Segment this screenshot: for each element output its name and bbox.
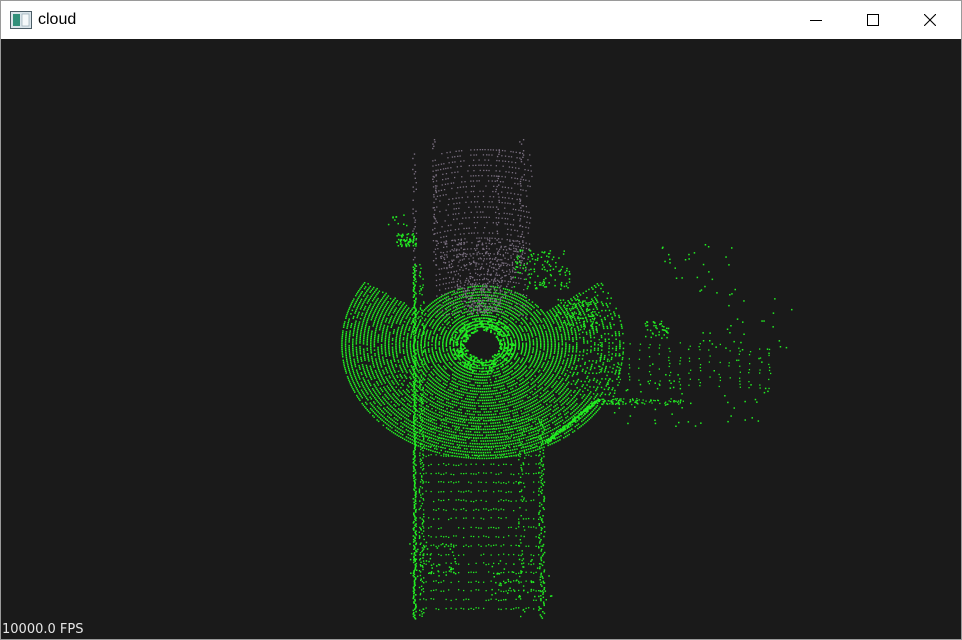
- minimize-button[interactable]: [793, 1, 839, 39]
- window-app-icon: [10, 11, 32, 29]
- point-cloud-points: [341, 139, 793, 620]
- title-bar[interactable]: cloud: [1, 1, 961, 39]
- close-icon: [924, 14, 936, 26]
- window-title: cloud: [38, 11, 77, 28]
- minimize-icon: [810, 20, 822, 21]
- point-cloud-render: [341, 139, 793, 620]
- app-window: cloud 10000.0 FPS: [0, 0, 962, 640]
- maximize-icon: [867, 14, 879, 26]
- maximize-button[interactable]: [850, 1, 896, 39]
- point-cloud-viewport[interactable]: 10000.0 FPS: [1, 39, 961, 639]
- close-button[interactable]: [907, 1, 953, 39]
- fps-counter: 10000.0 FPS: [2, 622, 84, 637]
